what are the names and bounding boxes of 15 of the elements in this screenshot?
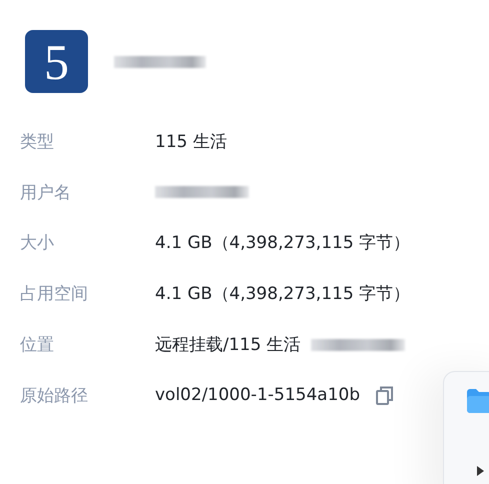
property-label: 用户名 <box>20 182 72 204</box>
app-logo: 5 <box>25 30 88 93</box>
property-label: 类型 <box>20 130 55 153</box>
property-label: 原始路径 <box>20 384 89 407</box>
property-value: 4.1 GB（4,398,273,115 字节） <box>155 232 410 254</box>
property-label: 位置 <box>20 334 55 356</box>
folder-icon <box>466 388 489 414</box>
property-value: vol02/1000-1-5154a10b <box>155 385 360 406</box>
copy-icon[interactable] <box>376 386 394 405</box>
property-label: 占用空间 <box>20 283 89 306</box>
play-triangle-icon[interactable] <box>477 466 484 476</box>
property-value: 115 生活 <box>155 130 227 153</box>
property-value: 4.1 GB（4,398,273,115 字节） <box>155 283 410 306</box>
property-value: 远程挂载/115 生活 <box>155 334 301 356</box>
property-label: 大小 <box>20 232 55 254</box>
